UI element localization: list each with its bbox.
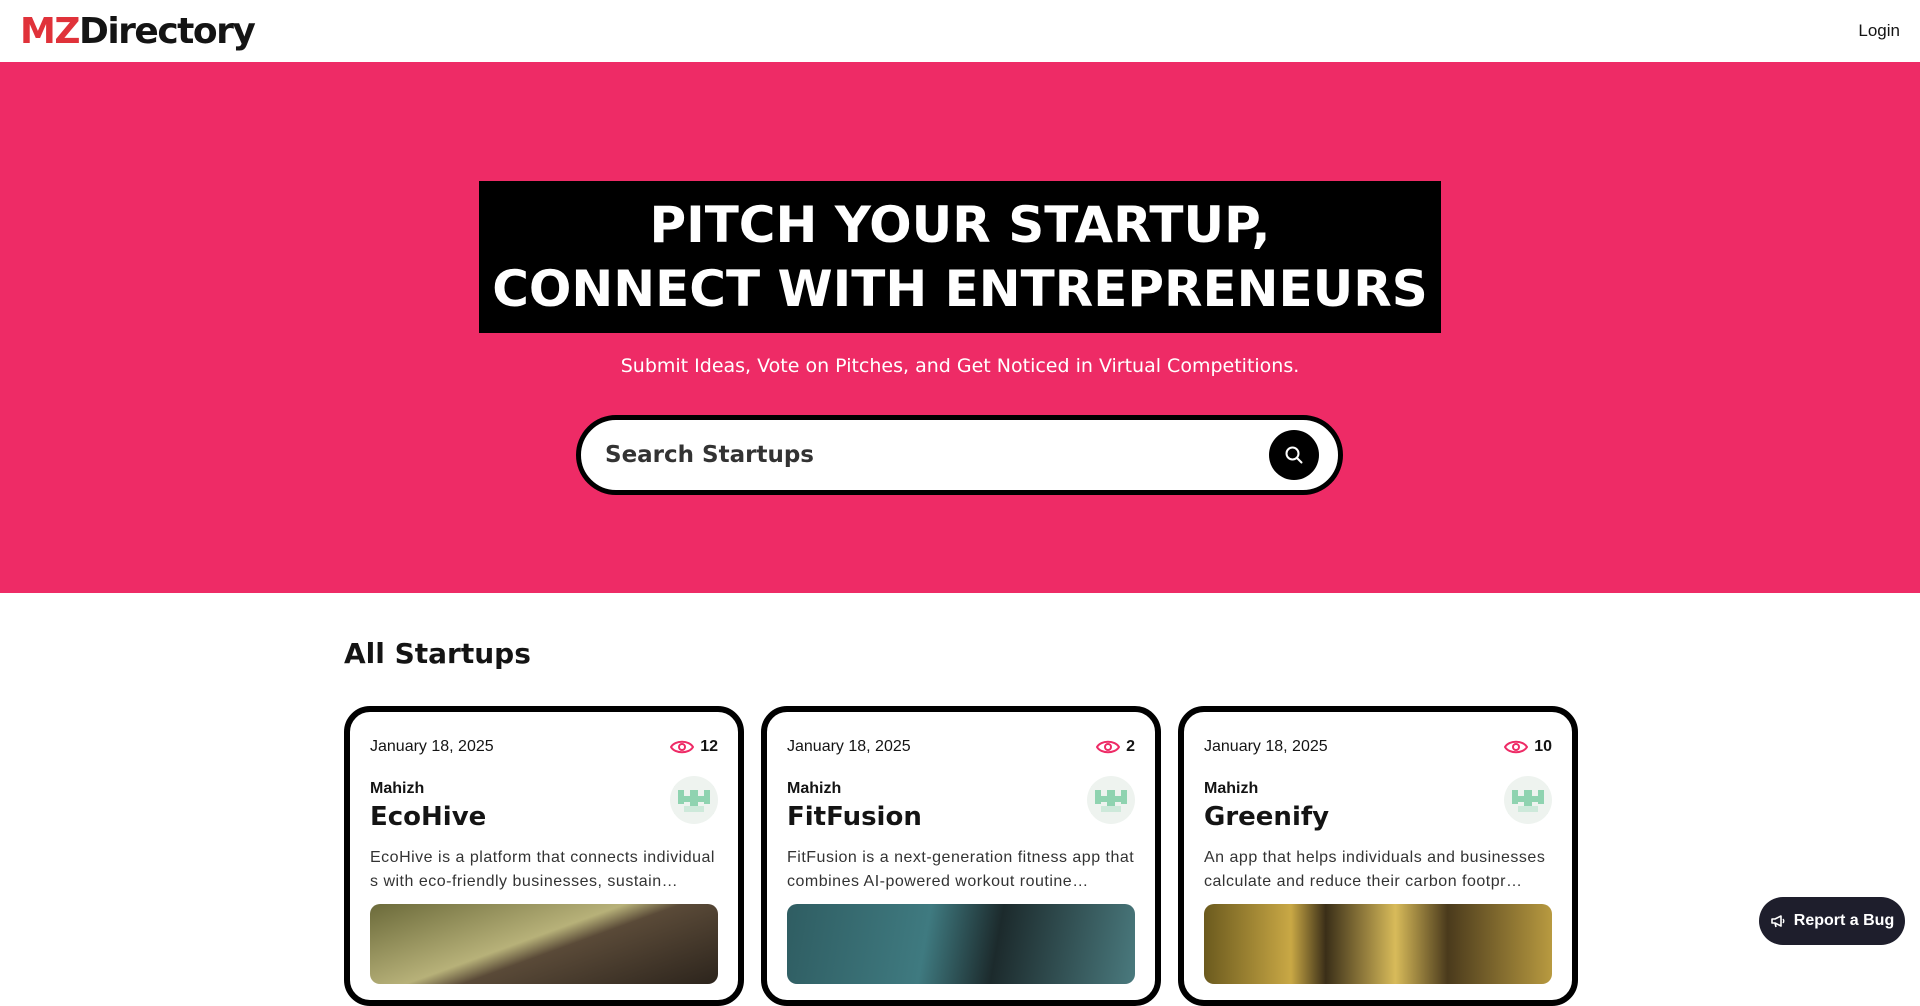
startup-card[interactable]: January 18, 2025 2 Mahizh FitFusion FitF… [761,706,1161,1006]
view-count-value: 2 [1126,738,1135,755]
eye-icon [1096,740,1121,754]
card-date: January 18, 2025 [787,738,911,755]
card-date: January 18, 2025 [1204,738,1328,755]
card-description: EcoHive is a platform that connects indi… [370,849,715,890]
avatar-icon [1091,786,1131,814]
card-title[interactable]: EcoHive [370,802,486,832]
avatar-icon [674,786,714,814]
navbar: MZDirectory Login [0,0,1920,62]
card-title[interactable]: FitFusion [787,802,922,832]
view-count: 2 [1096,738,1135,756]
view-count: 12 [670,738,718,756]
card-image[interactable] [1204,904,1552,984]
card-description: An app that helps individuals and busine… [1204,849,1546,890]
logo[interactable]: MZDirectory [20,10,256,52]
card-image[interactable] [787,904,1135,984]
eye-icon [1504,740,1529,754]
search-bar[interactable]: Search Startups [576,415,1343,495]
card-author[interactable]: Mahizh [370,780,718,798]
megaphone-icon [1770,915,1785,928]
startup-card[interactable]: January 18, 2025 12 Mahizh EcoHive EcoHi… [344,706,744,1006]
hero-headline: PITCH YOUR STARTUP, CONNECT WITH ENTREPR… [479,181,1441,333]
logo-mz: MZ [20,10,80,52]
headline-line-2: CONNECT WITH ENTREPRENEURS [492,260,1428,318]
avatar[interactable] [1087,776,1135,824]
search-button[interactable] [1269,430,1319,480]
report-bug-label: Report a Bug [1793,912,1895,929]
view-count-value: 12 [700,738,718,755]
report-bug-button[interactable]: Report a Bug [1759,897,1905,945]
view-count-value: 10 [1534,738,1552,755]
eye-icon [670,740,695,754]
card-author[interactable]: Mahizh [1204,780,1552,798]
search-input[interactable]: Search Startups [605,442,814,468]
card-date: January 18, 2025 [370,738,494,755]
search-icon [1285,446,1303,464]
card-description: FitFusion is a next-generation fitness a… [787,849,1135,890]
avatar[interactable] [1504,776,1552,824]
avatar-icon [1508,786,1548,814]
hero-section: PITCH YOUR STARTUP, CONNECT WITH ENTREPR… [0,62,1920,593]
login-link[interactable]: Login [1858,21,1900,41]
card-image[interactable] [370,904,718,984]
section-title: All Startups [344,637,531,670]
view-count: 10 [1504,738,1552,756]
logo-directory: Directory [78,10,256,52]
startup-card[interactable]: January 18, 2025 10 Mahizh Greenify An a… [1178,706,1578,1006]
avatar[interactable] [670,776,718,824]
card-title[interactable]: Greenify [1204,802,1329,832]
card-author[interactable]: Mahizh [787,780,1135,798]
headline-line-1: PITCH YOUR STARTUP, [649,196,1271,254]
hero-subtitle: Submit Ideas, Vote on Pitches, and Get N… [620,355,1300,377]
